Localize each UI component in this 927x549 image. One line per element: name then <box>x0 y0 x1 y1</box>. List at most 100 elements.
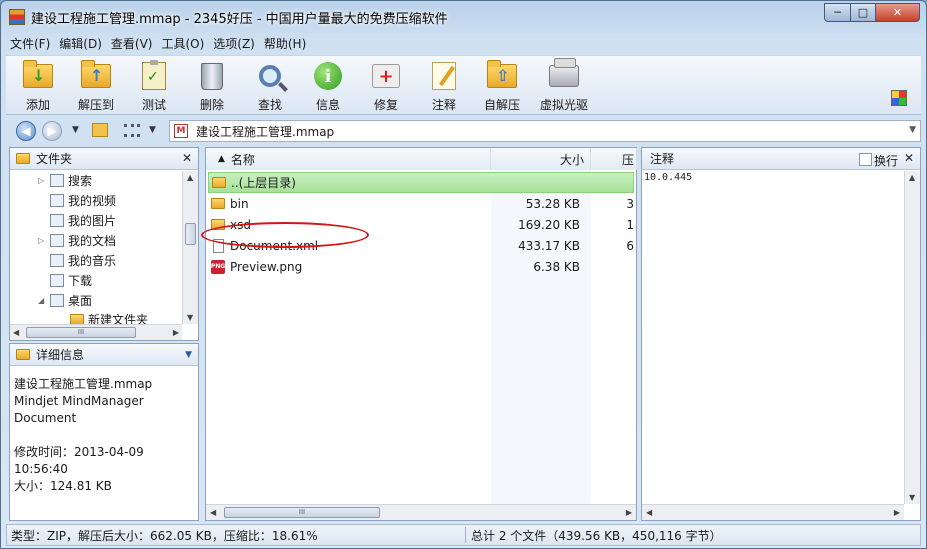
back-button[interactable]: ◀ <box>16 121 36 141</box>
address-dropdown-icon[interactable]: ▼ <box>909 125 916 135</box>
window-title: 建设工程施工管理.mmap - 2345好压 - 中国用户量最大的免费压缩软件 <box>31 12 448 27</box>
column-size[interactable]: 大小 <box>491 148 591 170</box>
download-folder-icon <box>50 273 64 287</box>
comment-text[interactable]: 10.0.445 <box>644 172 692 183</box>
column-name[interactable]: ▲ 名称 <box>206 148 491 170</box>
tree-item-search[interactable]: ▷ 搜索 <box>38 171 92 190</box>
repair-label: 修复 <box>373 98 398 112</box>
scroll-right-icon[interactable]: ▶ <box>626 508 632 517</box>
tree-item-videos[interactable]: 我的视频 <box>48 190 116 210</box>
tree-item-new-folder[interactable]: 新建文件夹 <box>70 309 148 324</box>
add-folder-icon: ↓ <box>22 60 54 92</box>
scroll-down-icon[interactable]: ▼ <box>909 493 915 502</box>
forward-button[interactable]: ▶ <box>42 121 62 141</box>
close-button[interactable]: ✕ <box>875 3 920 22</box>
up-folder-icon[interactable] <box>92 123 108 137</box>
file-compressed: 1 <box>626 217 634 232</box>
info-icon: i <box>312 60 344 92</box>
scroll-left-icon[interactable]: ◀ <box>13 328 19 337</box>
comment-vertical-scrollbar[interactable]: ▲ ▼ <box>904 171 920 504</box>
details-panel: 详细信息 ▼ 建设工程施工管理.mmap Mindjet MindManager… <box>9 343 199 521</box>
virtual-drive-button[interactable]: 虚拟光驱 <box>532 58 596 113</box>
menu-tools[interactable]: 工具(O) <box>157 35 208 52</box>
file-row-parent[interactable]: ..(上层目录) <box>208 172 634 193</box>
close-tree-icon[interactable]: ✕ <box>182 151 192 165</box>
folder-tree-panel: 文件夹 ✕ ▷ 搜索 我的视频 我的图片 ▷ 我的文档 我的音乐 下载 ◢ 桌面… <box>9 147 199 341</box>
details-header[interactable]: 详细信息 ▼ <box>10 344 198 366</box>
delete-label: 删除 <box>199 98 224 112</box>
comment-label: 注释 <box>431 98 456 112</box>
menu-help[interactable]: 帮助(H) <box>260 35 310 52</box>
scroll-right-icon[interactable]: ▶ <box>173 328 179 337</box>
scroll-up-icon[interactable]: ▲ <box>909 173 915 182</box>
view-mode-icon[interactable] <box>124 124 140 137</box>
file-name: bin <box>230 196 249 211</box>
details-modified: 修改时间：2013-04-09 10:56:40 <box>14 445 144 476</box>
tree-item-music[interactable]: 我的音乐 <box>48 250 116 270</box>
file-row[interactable]: bin 53.28 KB 3 <box>208 193 634 214</box>
close-comment-icon[interactable]: ✕ <box>904 151 914 165</box>
self-extract-button[interactable]: ⇧ 自解压 <box>474 60 530 113</box>
delete-button[interactable]: 删除 <box>184 60 240 113</box>
tree-item-documents[interactable]: ▷ 我的文档 <box>38 230 116 250</box>
tree-item-desktop[interactable]: ◢ 桌面 <box>38 290 92 310</box>
file-hscroll-thumb[interactable]: III <box>224 507 380 518</box>
minimize-button[interactable]: ─ <box>824 3 851 22</box>
tree-item-label: 搜索 <box>68 173 93 188</box>
scroll-left-icon[interactable]: ◀ <box>646 508 652 517</box>
tree-vertical-scrollbar[interactable]: ▲ ▼ <box>182 171 198 324</box>
details-filename: 建设工程施工管理.mmap <box>14 377 153 391</box>
address-bar[interactable]: M 建设工程施工管理.mmap ▼ <box>169 120 921 142</box>
file-row[interactable]: Document.xml 433.17 KB 6 <box>201 222 634 256</box>
test-button[interactable]: ✓ 测试 <box>126 60 182 113</box>
tree-vscroll-thumb[interactable] <box>185 223 196 245</box>
details-type-line2: Document <box>14 411 77 425</box>
column-compressed[interactable]: 压 <box>591 148 637 170</box>
video-folder-icon <box>50 193 64 207</box>
navigation-bar: ◀ ▶ ▼ ▼ M 建设工程施工管理.mmap ▼ <box>6 118 921 144</box>
extract-to-button[interactable]: ↑ 解压到 <box>68 60 124 113</box>
folder-tree: ▷ 搜索 我的视频 我的图片 ▷ 我的文档 我的音乐 下载 ◢ 桌面 新建文件夹 <box>10 171 182 324</box>
comment-horizontal-scrollbar[interactable]: ◀ ▶ <box>642 504 904 520</box>
menu-view[interactable]: 查看(V) <box>107 35 157 52</box>
png-image-icon: PNG <box>210 259 226 274</box>
comment-button[interactable]: 注释 <box>416 60 472 113</box>
tree-item-downloads[interactable]: 下载 <box>48 270 92 290</box>
file-size: 6.38 KB <box>533 259 580 274</box>
tree-horizontal-scrollbar[interactable]: ◀ III ▶ <box>10 324 182 340</box>
tree-hscroll-thumb[interactable]: III <box>26 327 136 338</box>
forward-arrow-icon: ▶ <box>47 124 57 138</box>
scroll-up-icon[interactable]: ▲ <box>187 173 193 182</box>
tree-item-pictures[interactable]: 我的图片 <box>48 210 116 230</box>
repair-button[interactable]: + 修复 <box>358 60 414 113</box>
details-collapse-icon[interactable]: ▼ <box>185 350 192 360</box>
scroll-down-icon[interactable]: ▼ <box>187 313 193 322</box>
menu-file[interactable]: 文件(F) <box>6 35 54 52</box>
view-dropdown-icon[interactable]: ▼ <box>149 125 156 135</box>
sort-arrow-icon: ▲ <box>218 154 225 164</box>
details-body: 建设工程施工管理.mmap Mindjet MindManager Docume… <box>10 366 198 505</box>
add-button[interactable]: ↓ 添加 <box>10 60 66 113</box>
expand-icon[interactable]: ▷ <box>38 176 48 185</box>
menu-edit[interactable]: 编辑(D) <box>55 35 106 52</box>
menu-options[interactable]: 选项(Z) <box>209 35 259 52</box>
scroll-left-icon[interactable]: ◀ <box>210 508 216 517</box>
wrap-checkbox[interactable] <box>859 153 872 166</box>
file-row[interactable]: PNG Preview.png 6.38 KB <box>208 256 634 277</box>
info-button[interactable]: i 信息 <box>300 60 356 113</box>
find-button[interactable]: 查找 <box>242 60 298 113</box>
tree-item-label: 新建文件夹 <box>88 312 149 325</box>
file-horizontal-scrollbar[interactable]: ◀ III ▶ <box>206 504 636 520</box>
file-name: ..(上层目录) <box>231 176 296 190</box>
maximize-button[interactable]: □ <box>850 3 876 22</box>
status-bar: 类型：ZIP，解压后大小：662.05 KB，压缩比：18.61% 总计 2 个… <box>6 524 921 546</box>
find-label: 查找 <box>257 98 282 112</box>
scroll-right-icon[interactable]: ▶ <box>894 508 900 517</box>
tree-item-label: 我的音乐 <box>68 253 117 268</box>
expand-icon[interactable]: ▷ <box>38 236 48 245</box>
column-name-label: 名称 <box>230 152 255 167</box>
tree-item-label: 下载 <box>68 273 93 288</box>
history-dropdown-icon[interactable]: ▼ <box>72 125 79 135</box>
skin-palette-icon[interactable] <box>891 90 907 106</box>
collapse-icon[interactable]: ◢ <box>38 296 48 305</box>
